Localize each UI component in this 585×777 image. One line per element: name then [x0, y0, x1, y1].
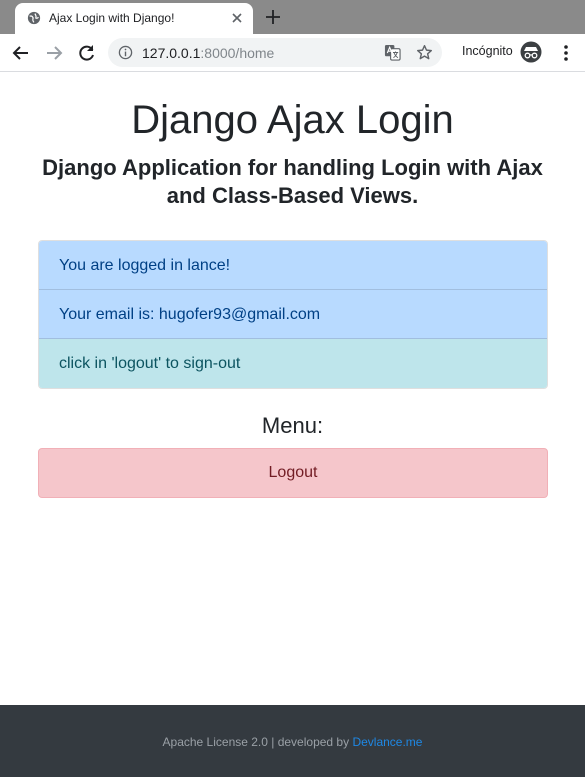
footer-text: Apache License 2.0 | developed by Devlan…: [0, 735, 585, 749]
forward-arrow-icon[interactable]: [44, 43, 64, 63]
back-arrow-icon[interactable]: [11, 43, 31, 63]
footer-license-text: Apache License 2.0 | developed by: [162, 735, 353, 749]
kebab-menu-icon[interactable]: [558, 43, 574, 63]
plus-icon[interactable]: [264, 8, 282, 26]
browser-tab[interactable]: Ajax Login with Django!: [15, 3, 253, 34]
page-subtitle: Django Application for handling Login wi…: [42, 155, 543, 208]
globe-icon: [27, 11, 41, 25]
list-item-logout-hint: click in 'logout' to sign-out: [39, 339, 547, 388]
list-item-logged-in: You are logged in lance!: [39, 241, 547, 290]
translate-icon[interactable]: [384, 44, 401, 61]
menu-heading: Menu:: [261, 413, 324, 438]
url-text: 127.0.0.1:8000/home: [142, 45, 274, 61]
tab-title: Ajax Login with Django!: [49, 11, 175, 25]
logout-button[interactable]: Logout: [38, 448, 548, 498]
incognito-icon[interactable]: [520, 41, 542, 63]
url-host: 127.0.0.1: [142, 45, 201, 61]
page-title: Django Ajax Login: [131, 98, 454, 142]
browser-toolbar: 127.0.0.1:8000/home Incógnito: [0, 34, 585, 72]
url-path: :8000/home: [200, 45, 275, 61]
incognito-label: Incógnito: [462, 44, 513, 58]
footer-link[interactable]: Devlance.me: [352, 735, 422, 749]
footer: Apache License 2.0 | developed by Devlan…: [0, 705, 585, 777]
list-item-email: Your email is: hugofer93@gmail.com: [39, 290, 547, 339]
reload-icon[interactable]: [77, 43, 97, 63]
browser-tab-bar: Ajax Login with Django!: [0, 0, 585, 34]
star-icon[interactable]: [416, 44, 433, 61]
page-content: Django Ajax Login Django Application for…: [0, 72, 585, 705]
info-icon[interactable]: [118, 45, 133, 60]
user-info-list: You are logged in lance! Your email is: …: [38, 240, 548, 389]
address-bar[interactable]: 127.0.0.1:8000/home: [108, 38, 442, 67]
close-icon[interactable]: [229, 10, 245, 26]
